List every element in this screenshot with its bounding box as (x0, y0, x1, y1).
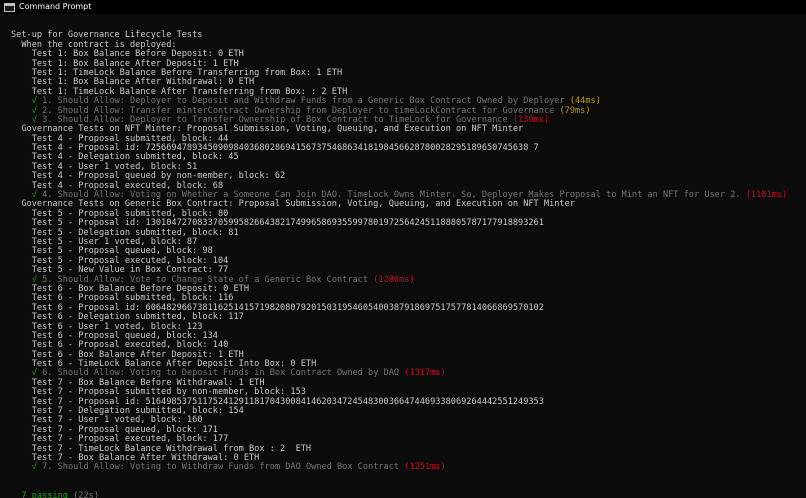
passing-count: 7 passing (21, 490, 68, 498)
console-output[interactable]: Set-up for Governance Lifecycle Tests Wh… (0, 14, 806, 498)
test-duration: (1251ms) (404, 462, 446, 473)
test-duration: (1280ms) (373, 274, 415, 285)
test-duration: (1317ms) (404, 368, 446, 379)
total-duration: (22s) (73, 490, 99, 498)
check-icon: √ (31, 462, 37, 473)
window-title: Command Prompt (19, 2, 92, 11)
command-prompt-window: Command Prompt Set-up for Governance Lif… (0, 0, 806, 498)
test-duration: (1181ms) (745, 190, 788, 201)
test-summary-line: 7 passing (22s) (11, 490, 806, 498)
console-icon (4, 2, 15, 12)
test-pass-line: √ 7. Should Allow: Voting to Withdraw Fu… (11, 463, 806, 472)
title-bar[interactable]: Command Prompt (0, 0, 806, 14)
test-duration: (79ms) (559, 105, 591, 116)
test-title: 7. Should Allow: Voting to Withdraw Fund… (42, 462, 400, 473)
